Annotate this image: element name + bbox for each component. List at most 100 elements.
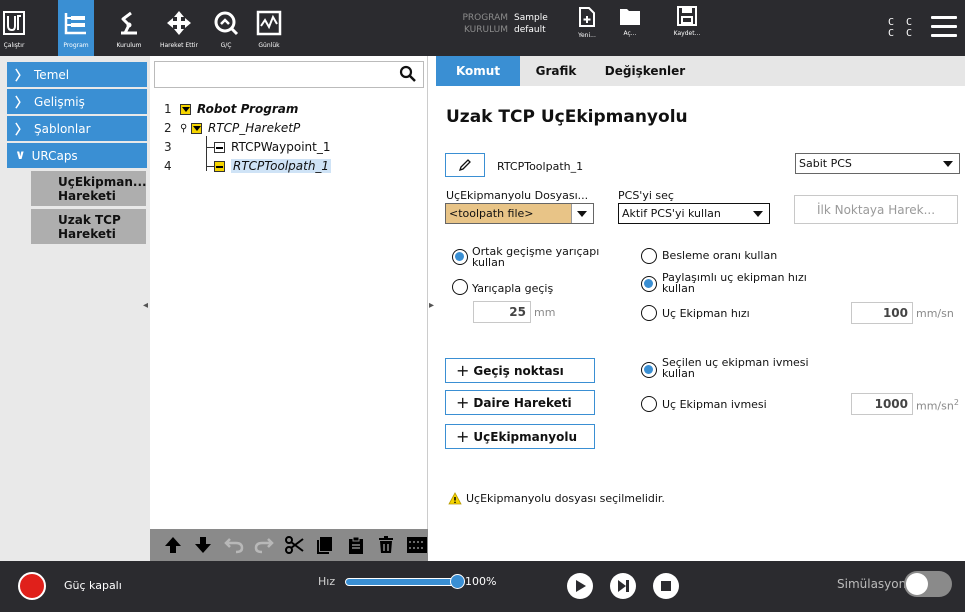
paste-icon[interactable] [345,534,367,556]
move-up-icon[interactable] [162,534,184,556]
open-button[interactable]: Aç... [610,6,650,37]
tool-accel-unit-exponent: 2 [953,398,959,407]
io-tab[interactable]: G/Ç [212,0,240,56]
nav-item-label: URCaps [31,148,78,163]
io-icon [211,8,241,38]
nav-subitem-toolpath-move[interactable]: UçEkipman... Hareketi [31,171,147,206]
new-button[interactable]: Yeni... [567,6,607,39]
warning-message: UçEkipmanyolu dosyası seçilmelidir. [448,492,665,505]
save-button-label: Kaydet... [673,30,701,37]
io-tab-label: G/Ç [220,42,232,49]
collapse-left-handle-icon[interactable]: ◂ [143,300,148,311]
selected-accel-radio[interactable] [641,362,657,378]
tab-command[interactable]: Komut [436,56,520,86]
blend-common-radio[interactable] [452,249,468,265]
dropdown-arrow-icon [943,161,953,167]
log-icon [254,8,284,38]
blend-radius-radio[interactable] [452,279,468,295]
tree-search-input[interactable] [154,61,424,88]
collapse-right-handle-icon[interactable]: ▸ [429,300,434,311]
tool-accel-input[interactable]: 1000 [851,393,913,415]
copy-icon[interactable] [315,534,337,556]
search-icon [399,65,417,87]
suppress-icon[interactable] [406,534,428,556]
speed-slider-knob[interactable] [450,574,465,589]
pcs-mode-dropdown[interactable]: Sabit PCS [795,153,960,174]
folder-icon [620,9,640,25]
robot-arm-icon [114,8,144,38]
redo-icon[interactable] [254,534,276,556]
speed-slider[interactable] [345,578,460,586]
pcs-select-dropdown[interactable]: Aktif PCS'yi kullan [618,203,770,224]
add-circle-move-button[interactable]: + Daire Hareketi [445,390,595,415]
cc-indicator: C C C C [888,17,915,39]
program-tab[interactable]: Program [58,0,94,56]
tool-speed-radio[interactable] [641,305,657,321]
collapse-triangle-icon[interactable] [180,103,191,115]
power-status-label: Güç kapalı [64,579,122,592]
rename-button[interactable] [445,153,485,177]
stop-button[interactable] [653,573,679,599]
run-tab-label: Çalıştır [3,42,25,49]
step-button[interactable] [610,573,636,599]
hamburger-menu-icon[interactable] [931,16,957,38]
shared-speed-radio[interactable] [641,276,657,292]
move-to-first-point-button[interactable]: İlk Noktaya Harek... [794,195,958,224]
nav-item-urcaps[interactable]: ∨ URCaps [7,143,147,168]
waypoint-icon [214,141,225,153]
run-tab[interactable]: Çalıştır [0,0,28,56]
plus-icon: + [456,361,470,380]
nav-item-advanced[interactable]: 〉 Gelişmiş [7,89,147,114]
move-down-icon[interactable] [193,534,215,556]
delete-icon[interactable] [376,534,398,556]
tree-row-label: Robot Program [197,102,299,116]
tree-row-3[interactable]: 3 RTCPWaypoint_1 [164,138,331,156]
tree-row-label: RTCPWaypoint_1 [231,140,331,154]
installation-tab[interactable]: Kurulum [113,0,145,56]
log-tab[interactable]: Günlük [251,0,287,56]
tab-variables[interactable]: Değişkenler [592,56,698,86]
tab-graphics[interactable]: Grafik [520,56,592,86]
command-nav: 〉 Temel 〉 Gelişmiş 〉 Şablonlar ∨ URCaps UçEk… [0,56,150,561]
save-icon [677,6,697,26]
undo-icon[interactable] [223,534,245,556]
move-tab[interactable]: Hareket Ettir [152,0,206,56]
simulation-toggle[interactable] [904,571,952,597]
play-button[interactable] [567,573,593,599]
nav-item-basic[interactable]: 〉 Temel [7,62,147,87]
tree-row-4[interactable]: 4 RTCPToolpath_1 [164,157,332,175]
tree-row-label-selected: RTCPToolpath_1 [231,159,332,173]
program-name: Sample [514,13,548,23]
blend-radius-input[interactable]: 25 [473,301,531,323]
feed-rate-radio[interactable] [641,248,657,264]
nav-item-label: Temel [34,67,70,82]
collapse-triangle-icon[interactable] [191,122,202,134]
nav-item-label: Şablonlar [34,121,91,136]
power-button[interactable] [18,572,46,600]
nav-item-templates[interactable]: 〉 Şablonlar [7,116,147,141]
add-toolpath-label: UçEkipmanyolu [473,429,578,444]
tool-speed-input[interactable]: 100 [851,302,913,324]
simulation-label: Simülasyon [837,577,907,591]
bottom-bar: Güç kapalı Hız 100% Simülasyon [0,561,965,612]
plus-icon: + [456,427,470,446]
pcs-mode-value: Sabit PCS [799,157,852,170]
save-button[interactable]: Kaydet... [667,6,707,37]
nav-item-label: Gelişmiş [34,94,85,109]
tool-accel-unit-text: mm/sn [916,399,954,413]
tree-row-1[interactable]: 1 Robot Program [164,100,298,118]
add-toolpath-button[interactable]: + UçEkipmanyolu [445,424,595,449]
toolpath-file-dropdown[interactable]: <toolpath file> [445,203,594,224]
pencil-icon [458,159,471,172]
cut-icon[interactable] [284,534,306,556]
add-waypoint-label: Geçiş noktası [473,363,564,378]
tool-speed-unit: mm/sn [916,307,954,320]
chevron-right-icon: 〉 [15,96,29,111]
tool-accel-radio[interactable] [641,396,657,412]
shared-speed-label: Paylaşımlı uç ekipman hızı kullan [662,271,807,295]
blend-radius-unit: mm [534,306,556,319]
add-waypoint-button[interactable]: + Geçiş noktası [445,358,595,383]
nav-subitem-remote-tcp-move[interactable]: Uzak TCP Hareketi [31,209,146,244]
program-key: PROGRAM [462,13,508,23]
tree-row-2[interactable]: 2 ⚲ RTCP_HareketP [164,119,300,137]
